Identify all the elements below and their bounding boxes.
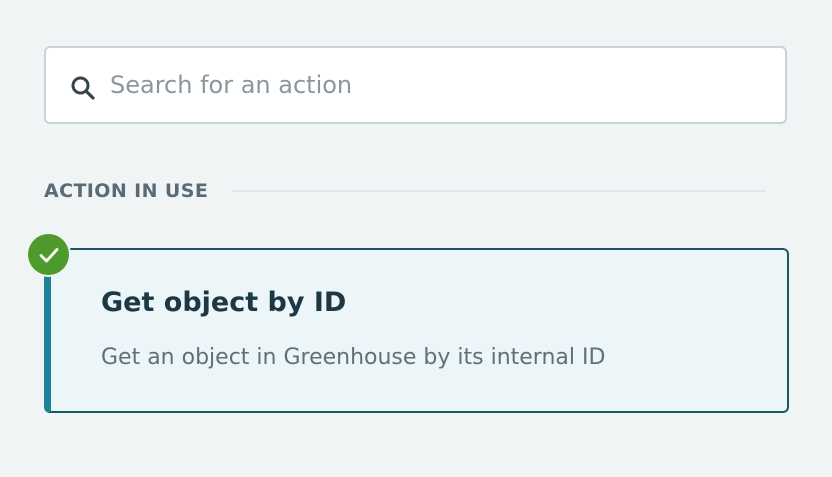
section-title: ACTION IN USE [44,180,209,202]
search-icon [70,75,96,101]
action-card-get-object-by-id[interactable]: Get object by ID Get an object in Greenh… [44,248,789,413]
section-header: ACTION IN USE [44,176,766,206]
search-input[interactable] [110,48,773,122]
action-description: Get an object in Greenhouse by its inter… [101,345,606,370]
section-divider [232,190,766,192]
search-box[interactable] [44,46,787,124]
action-title: Get object by ID [101,287,347,318]
check-circle-icon [28,234,69,275]
